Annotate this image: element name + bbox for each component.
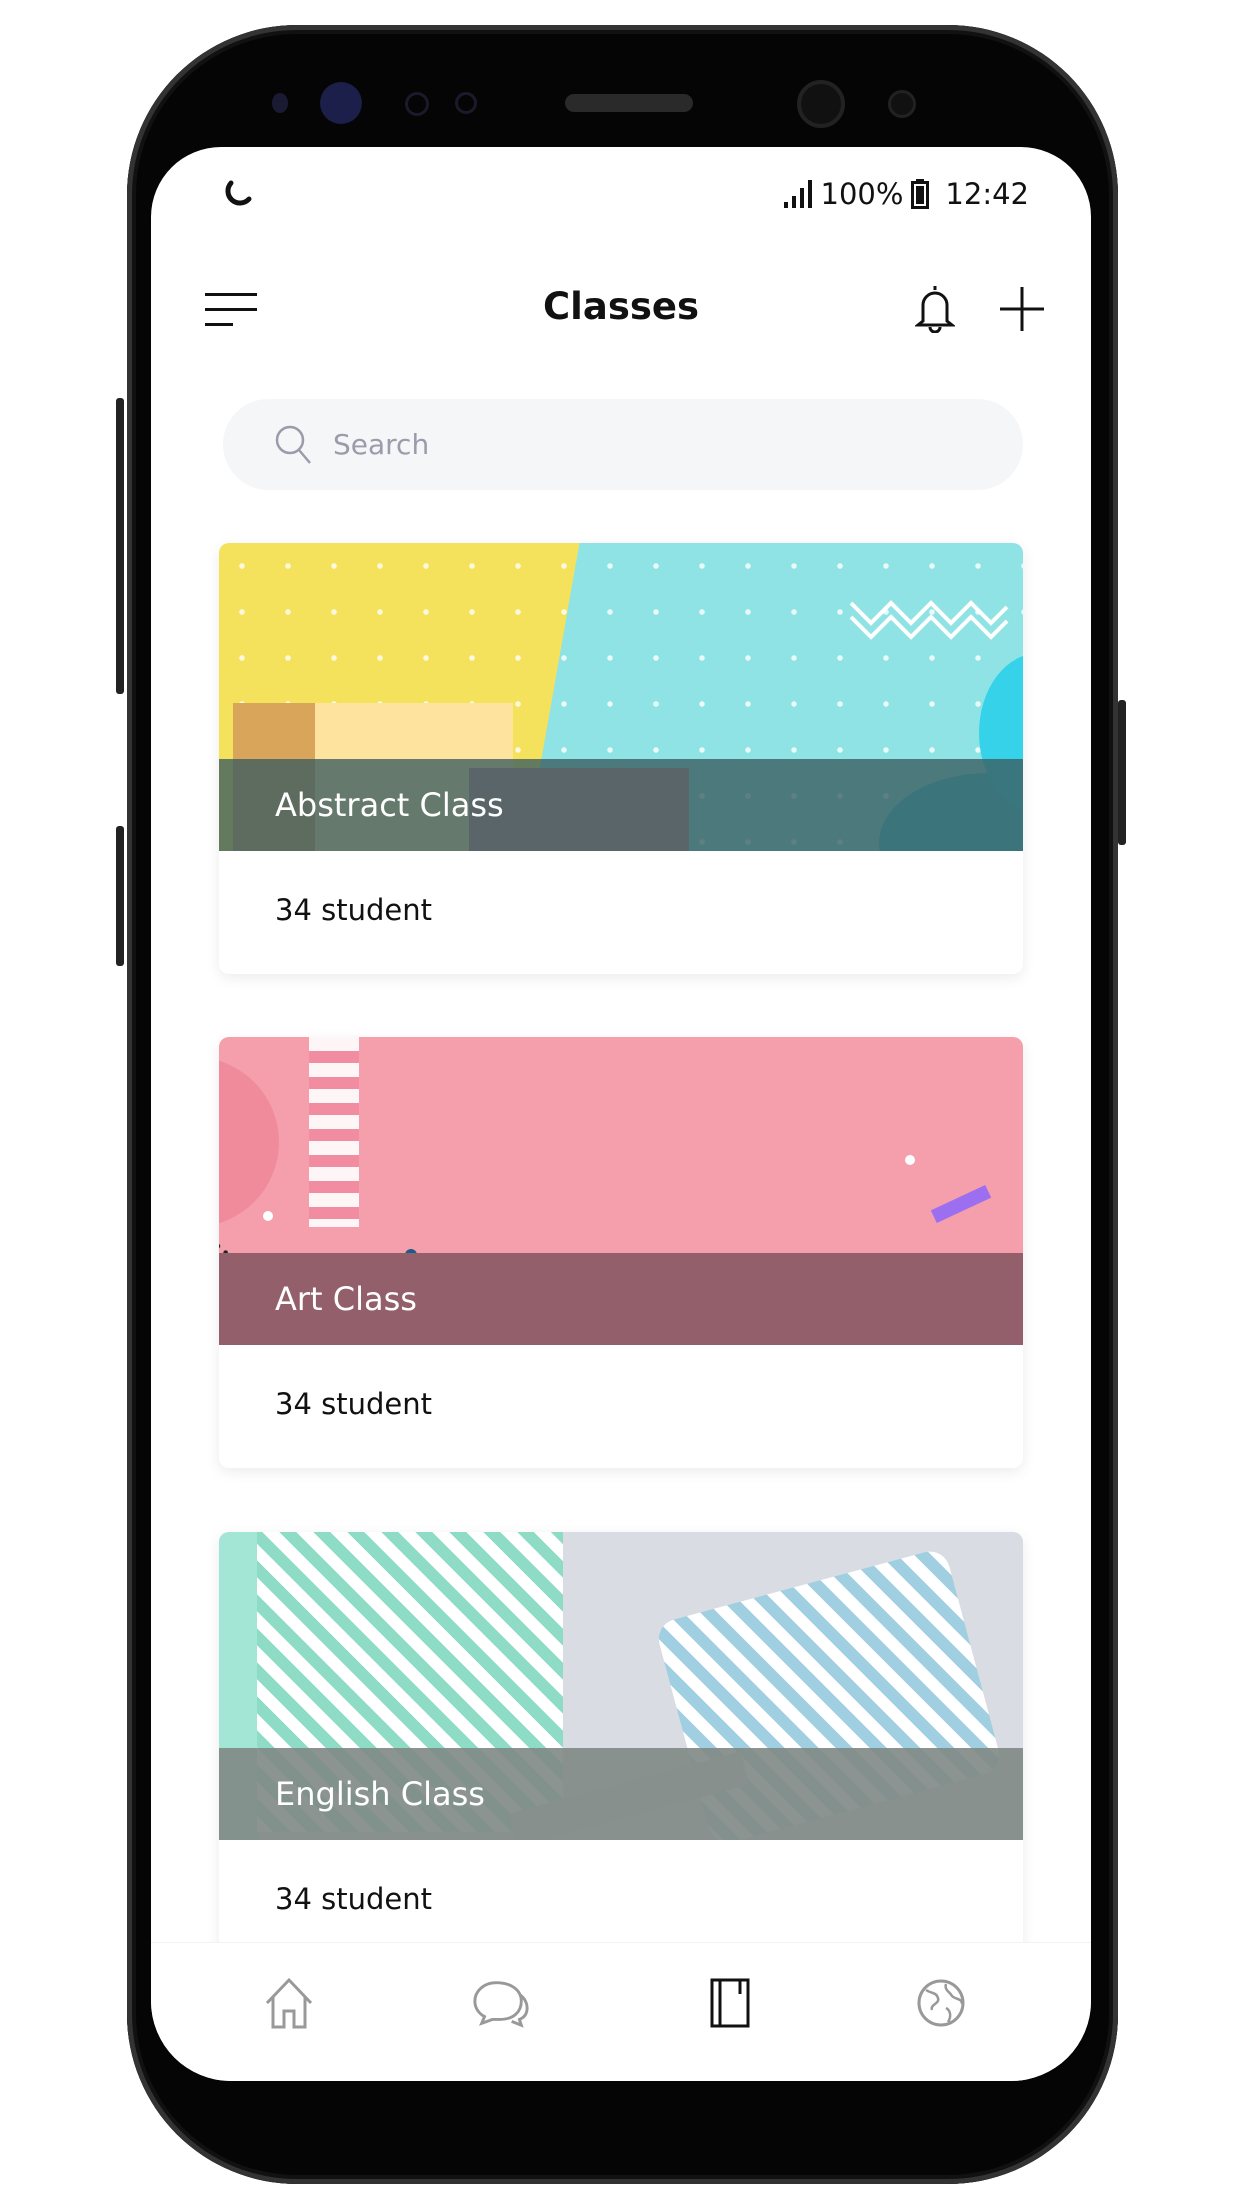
search-icon <box>275 425 311 464</box>
class-title-overlay: Abstract Class <box>219 759 1023 851</box>
class-title-overlay: English Class <box>219 1748 1023 1840</box>
home-icon <box>265 1977 313 2029</box>
nav-messages[interactable] <box>471 1973 531 2033</box>
class-name: Abstract Class <box>275 786 504 824</box>
volume-button <box>116 398 124 694</box>
sync-icon <box>221 177 255 215</box>
class-name: English Class <box>275 1775 485 1813</box>
nav-explore[interactable] <box>911 1973 971 2033</box>
signal-icon <box>783 180 812 208</box>
battery-icon <box>911 179 930 209</box>
camera-icon <box>797 80 845 128</box>
sensor-icon <box>405 92 429 116</box>
student-count: 34 student <box>275 893 432 927</box>
class-card-abstract[interactable]: Abstract Class 34 student <box>219 543 1023 974</box>
search-bar[interactable] <box>223 399 1023 490</box>
bottom-nav <box>151 1942 1091 2081</box>
status-bar: 100% 12:42 <box>783 177 1029 211</box>
iris-scanner-icon <box>320 82 362 124</box>
sensor-icon <box>455 92 477 114</box>
search-input[interactable] <box>333 428 933 461</box>
speaker-grill <box>565 94 693 112</box>
chat-icon <box>473 1981 529 2028</box>
student-count: 34 student <box>275 1882 432 1916</box>
plus-icon <box>1000 287 1044 331</box>
nav-classes[interactable] <box>700 1973 760 2033</box>
add-class-button[interactable] <box>1000 287 1044 335</box>
bell-icon <box>913 286 957 334</box>
nav-home[interactable] <box>259 1973 319 2033</box>
class-card-art[interactable]: Art Class 34 student <box>219 1037 1023 1468</box>
battery-percent: 100% <box>820 177 904 211</box>
power-button <box>1118 700 1126 845</box>
class-name: Art Class <box>275 1280 417 1318</box>
app-screen: 100% 12:42 Classes Abstract Class 34 stu… <box>151 147 1091 2081</box>
sensor-icon <box>272 93 288 113</box>
book-icon <box>710 1978 750 2028</box>
bixby-button <box>116 826 124 966</box>
notifications-button[interactable] <box>913 283 957 337</box>
globe-icon <box>917 1979 965 2027</box>
class-title-overlay: Art Class <box>219 1253 1023 1345</box>
class-card-english[interactable]: English Class 34 student <box>219 1532 1023 1963</box>
student-count: 34 student <box>275 1387 432 1421</box>
clock: 12:42 <box>945 177 1029 211</box>
camera-icon <box>888 90 916 118</box>
